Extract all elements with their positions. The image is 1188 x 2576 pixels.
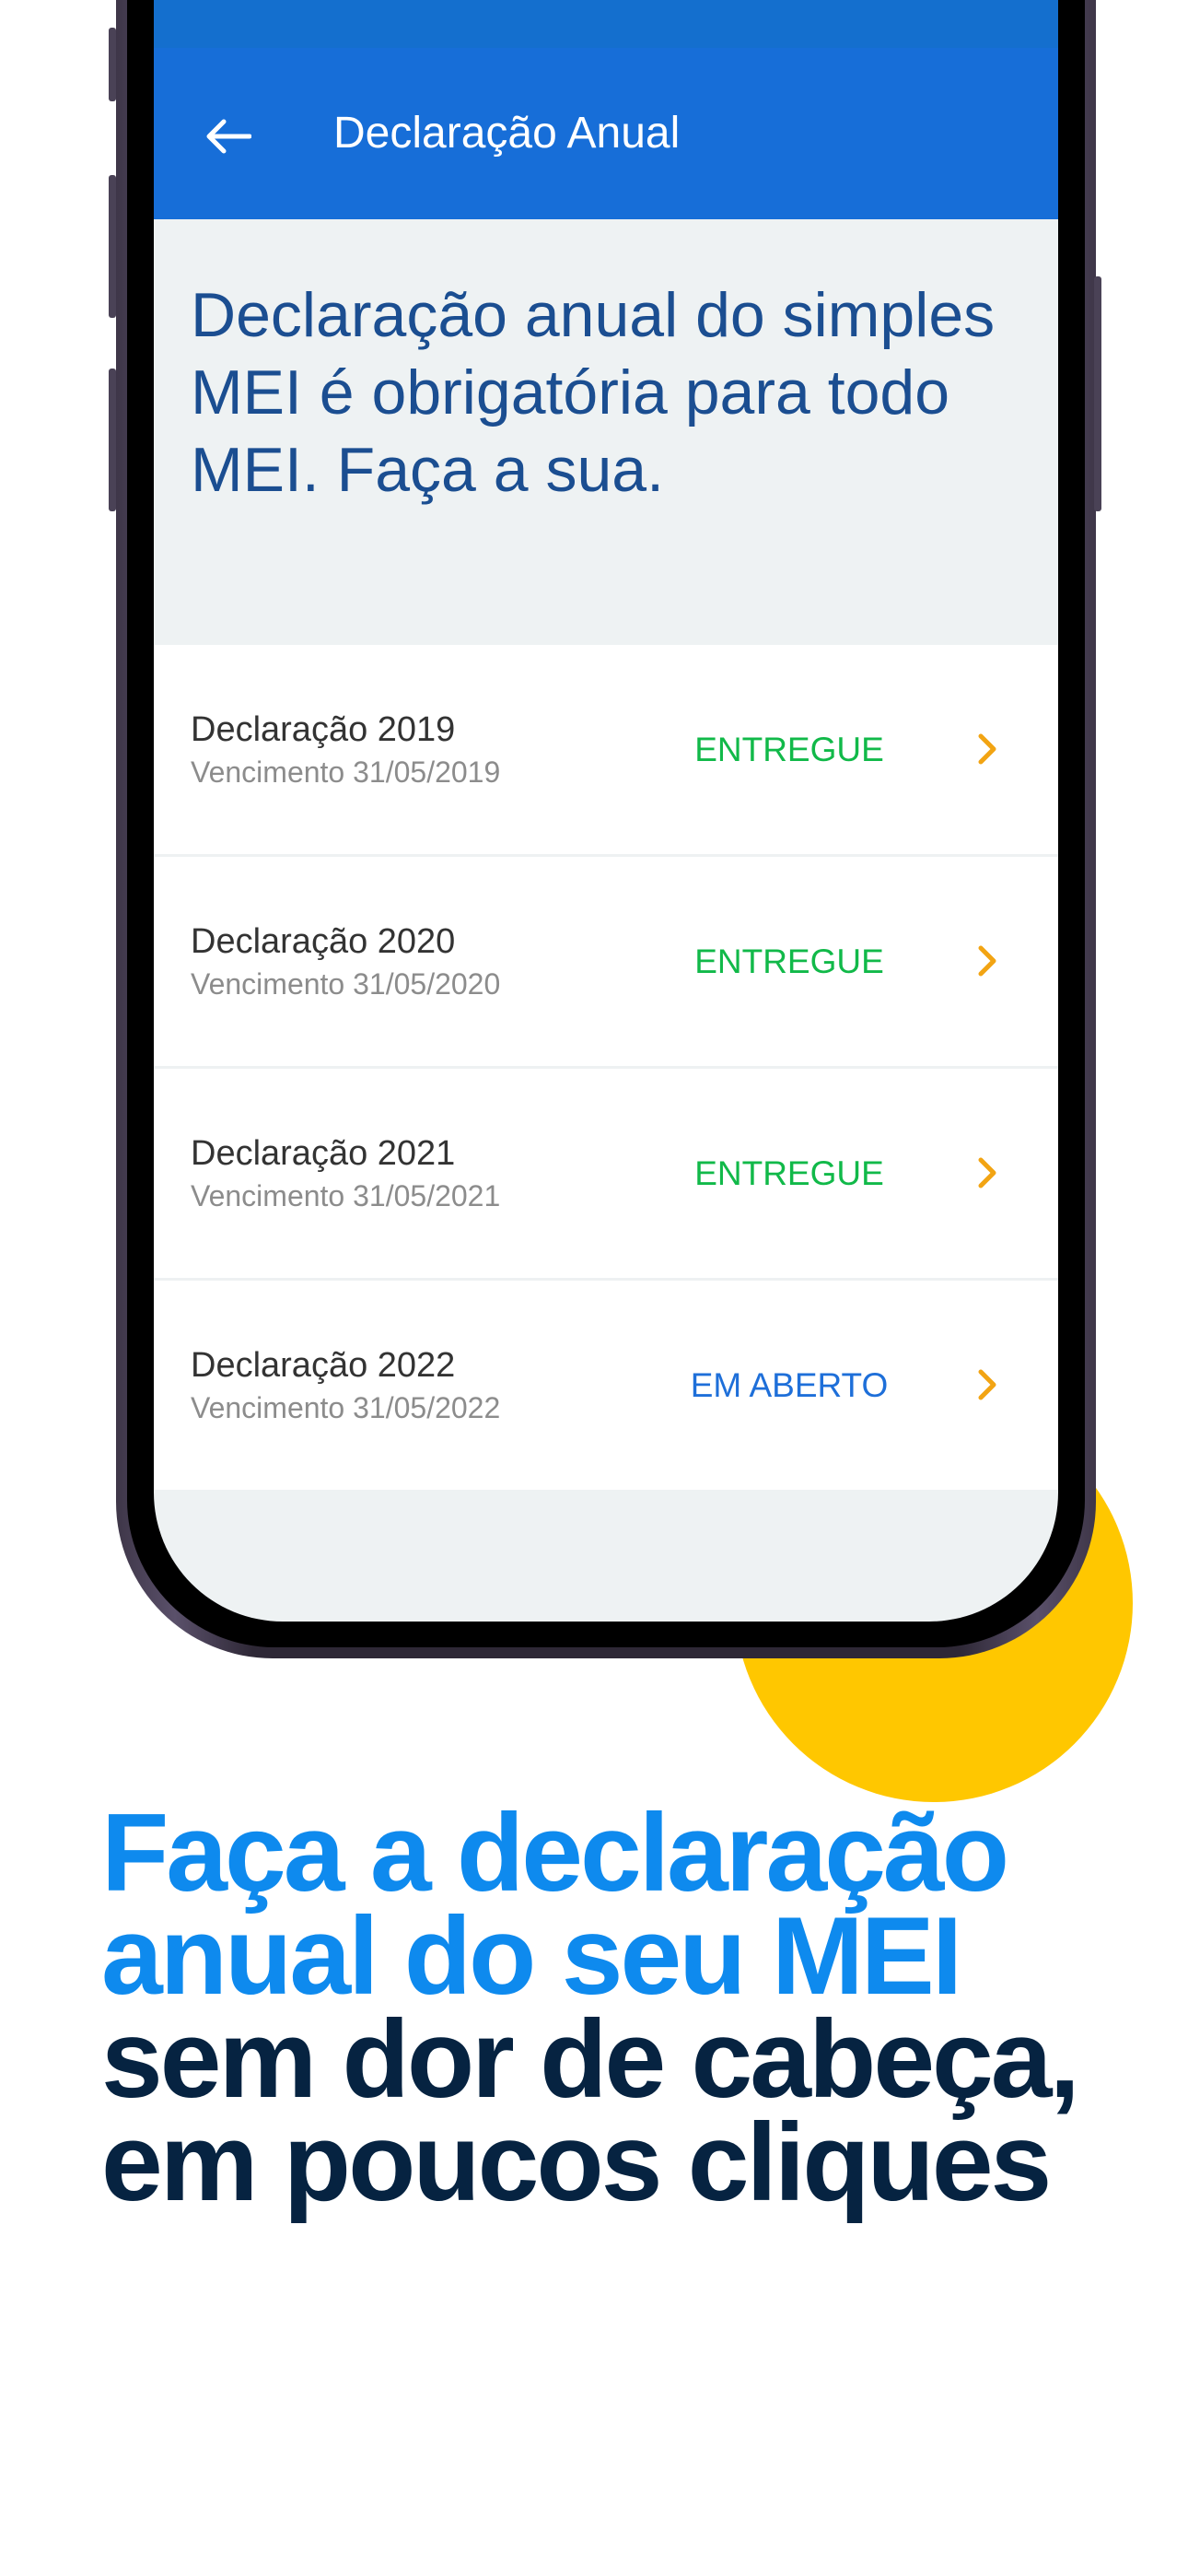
declaration-title: Declaração 2020 <box>191 922 456 961</box>
declaration-title: Declaração 2019 <box>191 710 456 749</box>
headline-line-4: em poucos cliques <box>101 2101 1052 2224</box>
phone-side-button <box>109 369 116 511</box>
phone-side-button <box>109 175 116 318</box>
status-badge: ENTREGUE <box>694 1154 884 1192</box>
chevron-right-icon <box>978 945 996 977</box>
page-title: Declaração Anual <box>333 109 681 158</box>
phone-screen: Declaração Anual Declaração anual do sim… <box>154 0 1058 1622</box>
arrow-left-icon <box>206 119 251 154</box>
row-text: Declaração 2022 Vencimento 31/05/2022 <box>191 1345 500 1430</box>
headline-line-1: Faça a declaração <box>101 1791 1009 1914</box>
headline-line-3: sem dor de cabeça, <box>101 1997 1080 2121</box>
back-button[interactable] <box>191 100 264 173</box>
phone-side-button <box>1094 276 1101 511</box>
due-date: Vencimento 31/05/2020 <box>191 967 501 1001</box>
hero-text: Declaração anual do simples MEI é obriga… <box>191 280 996 505</box>
chevron-right-icon <box>978 733 996 765</box>
declaration-title: Declaração 2022 <box>191 1346 456 1385</box>
status-badge: ENTREGUE <box>694 731 884 768</box>
declaration-row-2020[interactable]: Declaração 2020 Vencimento 31/05/2020 EN… <box>154 857 1058 1069</box>
declaration-row-2021[interactable]: Declaração 2021 Vencimento 31/05/2021 EN… <box>154 1069 1058 1281</box>
marketing-headline: Faça a declaração anual do seu MEI sem d… <box>101 1791 1080 2224</box>
status-badge: ENTREGUE <box>694 943 884 980</box>
row-text: Declaração 2019 Vencimento 31/05/2019 <box>191 709 500 794</box>
chevron-right-icon <box>978 1369 996 1400</box>
due-date: Vencimento 31/05/2019 <box>191 755 501 789</box>
row-text: Declaração 2021 Vencimento 31/05/2021 <box>191 1133 500 1218</box>
declaration-row-2019[interactable]: Declaração 2019 Vencimento 31/05/2019 EN… <box>154 645 1058 857</box>
due-date: Vencimento 31/05/2022 <box>191 1391 501 1424</box>
phone-side-button <box>109 28 116 101</box>
headline-line-2: anual do seu MEI <box>101 1894 962 2018</box>
due-date: Vencimento 31/05/2021 <box>191 1179 501 1212</box>
declaration-title: Declaração 2021 <box>191 1134 456 1173</box>
row-text: Declaração 2020 Vencimento 31/05/2020 <box>191 921 500 1006</box>
status-badge: EM ABERTO <box>690 1366 889 1404</box>
declaration-list: Declaração 2019 Vencimento 31/05/2019 EN… <box>154 645 1058 1490</box>
declaration-row-2022[interactable]: Declaração 2022 Vencimento 31/05/2022 EM… <box>154 1281 1058 1490</box>
chevron-right-icon <box>978 1157 996 1188</box>
status-bar <box>154 0 1058 48</box>
app-bar: Declaração Anual <box>154 48 1058 219</box>
